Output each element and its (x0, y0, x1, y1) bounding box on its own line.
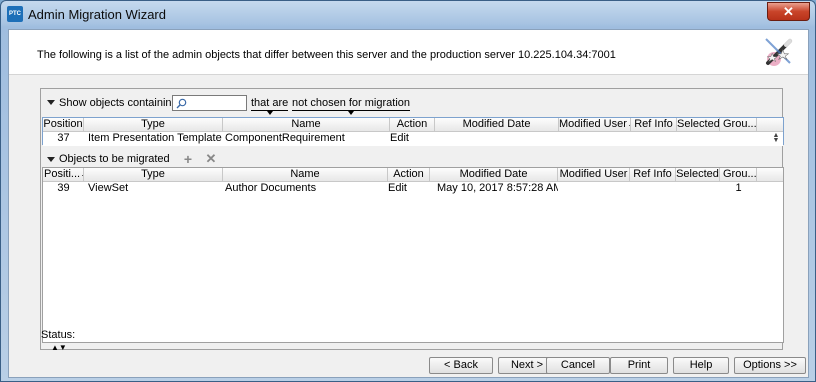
col-name[interactable]: Name (223, 118, 390, 132)
col-name[interactable]: Name (223, 168, 388, 182)
col-position[interactable]: Position (43, 118, 84, 132)
condition-dropdown[interactable]: that are (251, 97, 289, 115)
cell-name: Author Documents (225, 182, 317, 194)
title-bar[interactable]: PTC Admin Migration Wizard ✕ (1, 1, 815, 27)
col-modified-user[interactable]: Modified User (558, 168, 630, 182)
print-button[interactable]: Print (610, 357, 668, 374)
cell-modified-date (435, 132, 559, 146)
chevron-down-icon (266, 111, 273, 115)
status-label: Status: (41, 329, 76, 341)
close-button[interactable]: ✕ (767, 2, 810, 21)
migration-wizard-window: PTC Admin Migration Wizard ✕ The followi… (0, 0, 816, 382)
cell-modified-user (558, 182, 630, 196)
col-selected[interactable]: Selected (676, 168, 720, 182)
migrate-section-header: Objects to be migrated + ✕ (41, 151, 782, 167)
migrate-section-label: Objects to be migrated (59, 153, 170, 165)
filter-row: Show objects containing that are not cho… (41, 93, 782, 115)
collapse-toggle-icon[interactable] (47, 100, 55, 105)
x-icon[interactable]: ✕ (204, 152, 218, 166)
cell-group: 1 (735, 182, 742, 194)
cell-modified-user (559, 132, 631, 146)
cell-type: ViewSet (88, 182, 129, 194)
cell-position: 39 (57, 182, 70, 194)
col-position-label: Positi... (44, 168, 81, 180)
collapse-toggle-icon[interactable] (47, 157, 55, 162)
objects-frame: Show objects containing that are not cho… (40, 88, 784, 350)
wizard-client-area: The following is a list of the admin obj… (8, 29, 809, 378)
cell-action: Edit (390, 132, 409, 144)
wizard-wand-icon (765, 38, 792, 66)
col-ref-info[interactable]: Ref Info (631, 118, 677, 132)
cell-selected (677, 132, 720, 146)
state-dropdown-label: not chosen for migration (292, 97, 411, 109)
filter-label: Show objects containing (59, 97, 178, 109)
window-title: Admin Migration Wizard (28, 7, 166, 22)
header-description: The following is a list of the admin obj… (37, 49, 616, 61)
button-bar: < Back Next > Cancel Print Help Options … (9, 357, 808, 377)
col-modified-date[interactable]: Modified Date (435, 118, 559, 132)
scroll-spinner[interactable]: ▲ ▼ (771, 132, 781, 144)
options-button[interactable]: Options >> (734, 357, 806, 374)
table-header: Positi... Type Name Action Modified Date… (43, 168, 783, 182)
table-header: Position Type Name Action Modified Date … (43, 118, 783, 132)
col-ref-info[interactable]: Ref Info (630, 168, 676, 182)
condition-dropdown-label: that are (251, 97, 289, 109)
table-row[interactable]: 39 ViewSet Author Documents Edit May 10,… (43, 182, 783, 196)
cell-name: ComponentRequirement (225, 132, 345, 144)
plus-icon[interactable]: + (181, 152, 195, 166)
cell-ref-info (631, 132, 677, 146)
cell-selected (676, 182, 720, 196)
cell-action: Edit (388, 182, 407, 194)
cancel-button[interactable]: Cancel (546, 357, 610, 374)
migrate-objects-table[interactable]: Positi... Type Name Action Modified Date… (42, 167, 784, 343)
table-row[interactable]: 37 Item Presentation Template ComponentR… (43, 132, 783, 146)
col-type[interactable]: Type (84, 168, 223, 182)
state-dropdown[interactable]: not chosen for migration (292, 97, 411, 115)
splitter-arrows-icon[interactable]: ▲▼ (51, 344, 67, 352)
cell-modified-date: May 10, 2017 8:57:28 AM (437, 182, 558, 194)
wizard-header: The following is a list of the admin obj… (9, 30, 808, 75)
cell-type: Item Presentation Template (88, 132, 222, 144)
search-icon (176, 98, 187, 109)
cell-position: 37 (57, 132, 70, 144)
col-modified-date[interactable]: Modified Date (430, 168, 558, 182)
search-input[interactable] (172, 95, 247, 111)
col-group[interactable]: Grou... (720, 118, 757, 132)
available-objects-table[interactable]: Position Type Name Action Modified Date … (42, 117, 784, 146)
col-action[interactable]: Action (390, 118, 435, 132)
col-modified-user-label: Modified User (559, 118, 627, 130)
col-modified-user[interactable]: Modified User (559, 118, 631, 132)
col-action[interactable]: Action (388, 168, 430, 182)
cell-ref-info (630, 182, 676, 196)
ptc-app-icon: PTC (7, 6, 23, 22)
chevron-down-icon (348, 111, 354, 115)
cell-group (720, 132, 757, 146)
help-button[interactable]: Help (673, 357, 729, 374)
col-selected[interactable]: Selected (677, 118, 720, 132)
col-position[interactable]: Positi... (43, 168, 84, 182)
back-button[interactable]: < Back (429, 357, 493, 374)
col-group[interactable]: Grou... (720, 168, 757, 182)
col-type[interactable]: Type (84, 118, 223, 132)
